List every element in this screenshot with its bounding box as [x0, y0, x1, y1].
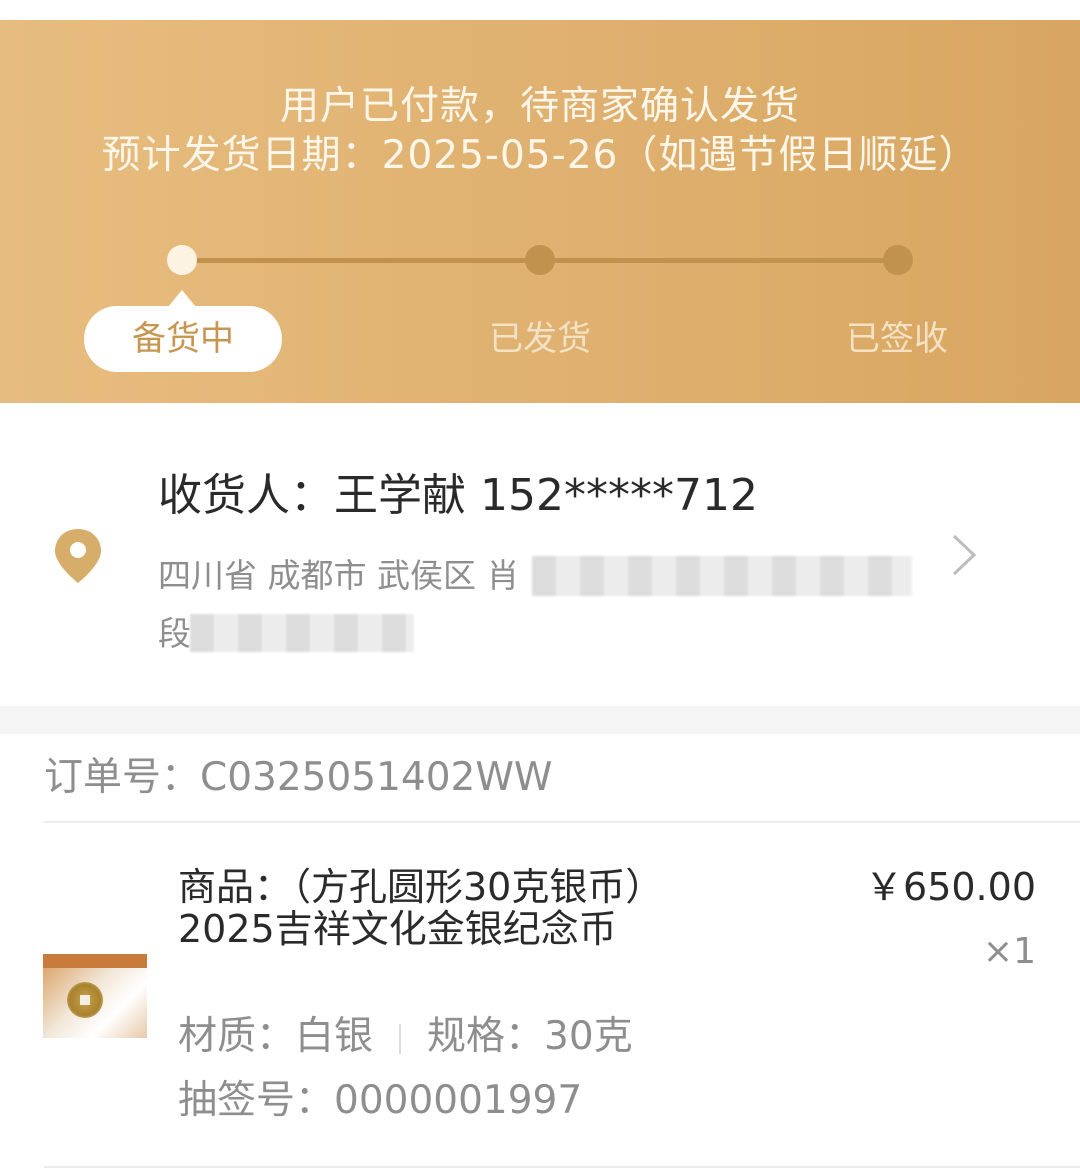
thumbnail-banner — [43, 954, 147, 968]
order-number: 订单号：C0325051402WW — [44, 755, 553, 800]
step-label-shipped: 已发货 — [489, 319, 591, 359]
address-line-1: 四川省 成都市 武侯区 肖 — [158, 556, 520, 595]
product-spec: 规格：30克 — [427, 1014, 633, 1059]
divider — [44, 821, 1080, 823]
section-separator — [0, 706, 1080, 734]
product-specs: 材质：白银 规格：30克 — [178, 1012, 633, 1062]
step-label-preparing: 备货中 — [132, 319, 234, 359]
status-title: 用户已付款，待商家确认发货 — [279, 84, 800, 129]
step-dot-preparing — [167, 245, 197, 275]
product-price: ￥650.00 — [865, 865, 1036, 909]
address-redaction-blur-2 — [190, 614, 414, 652]
product-quantity: ×1 — [982, 931, 1036, 972]
estimated-ship-date: 预计发货日期：2025-05-26（如遇节假日顺延） — [101, 133, 979, 178]
step-dot-received — [883, 245, 913, 275]
top-strip — [0, 0, 1080, 20]
chevron-right-icon[interactable] — [948, 532, 978, 578]
product-name[interactable]: 商品：（方孔圆形30克银币）2025吉祥文化金银纪念币 — [178, 866, 668, 950]
lottery-number: 抽签号：0000001997 — [178, 1078, 583, 1123]
address-redaction-blur-1 — [532, 556, 912, 596]
step-dot-shipped — [525, 245, 555, 275]
product-thumbnail[interactable] — [43, 954, 147, 1038]
divider-bottom — [44, 1166, 1080, 1168]
active-step-pointer — [168, 290, 196, 307]
coin-square-hole — [80, 995, 90, 1005]
step-label-received: 已签收 — [846, 319, 948, 359]
spec-separator — [399, 1023, 402, 1054]
address-line-2: 段 — [158, 614, 191, 653]
location-pin-icon — [55, 529, 101, 583]
recipient-name-phone: 收货人：王学献 152*****712 — [158, 470, 758, 521]
product-material: 材质：白银 — [178, 1014, 374, 1059]
